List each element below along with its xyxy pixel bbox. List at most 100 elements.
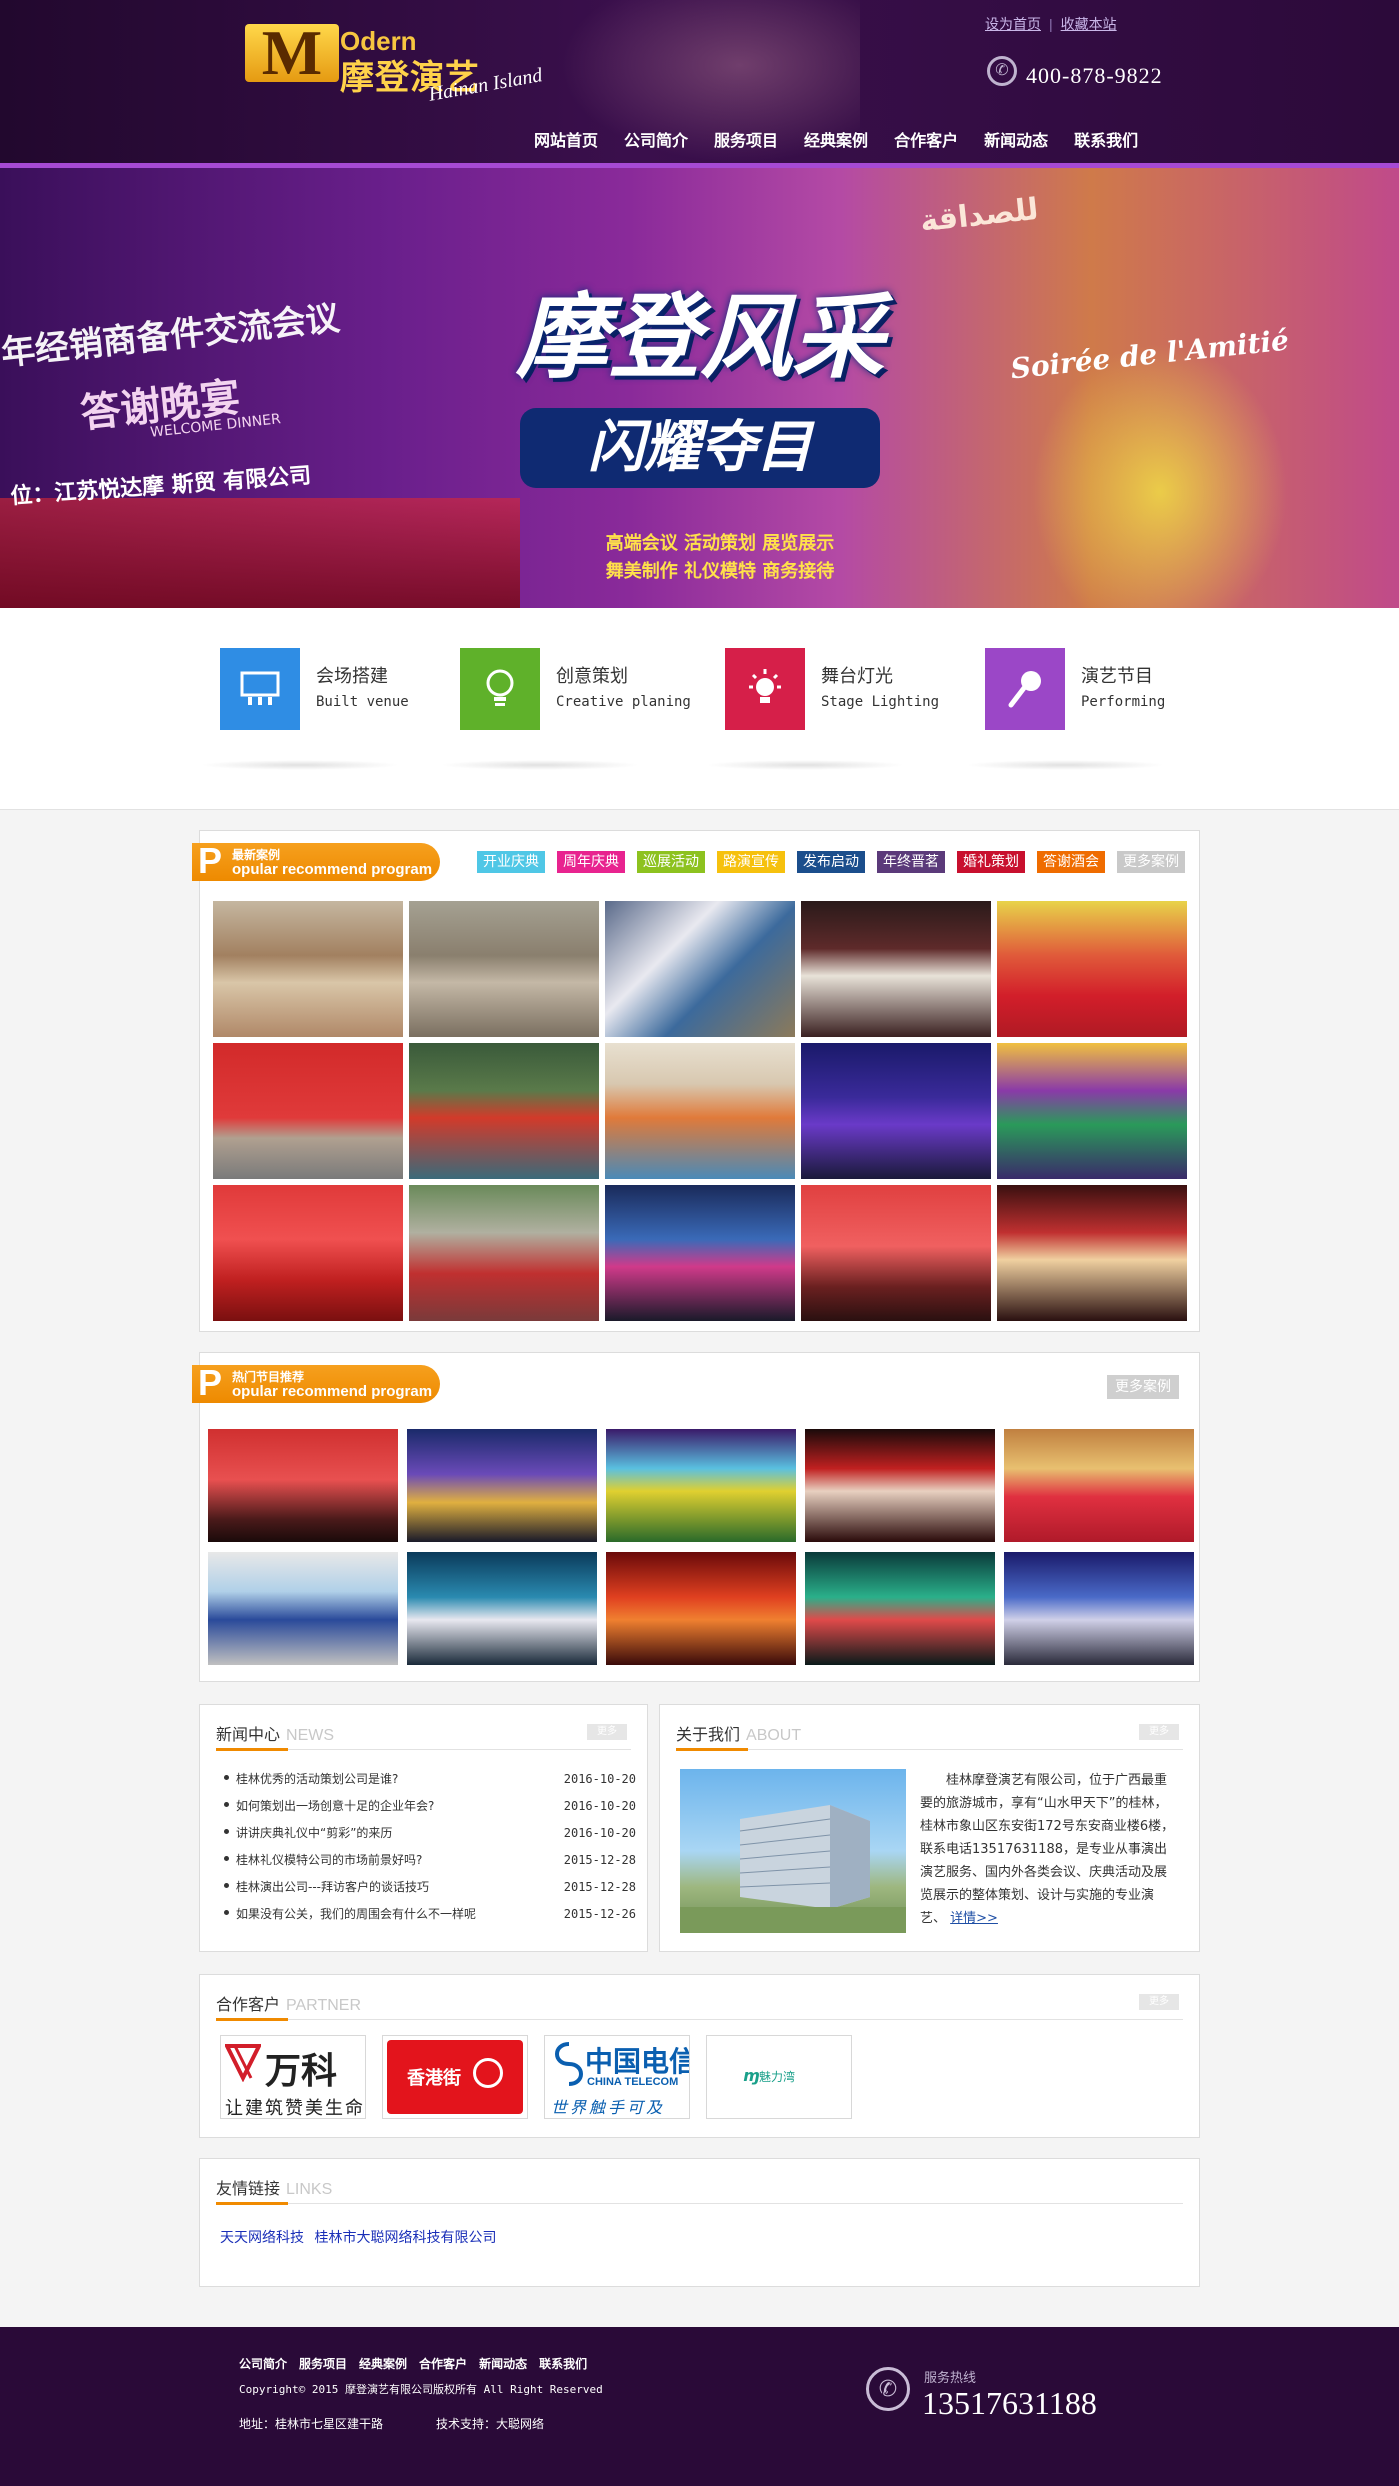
service-performing[interactable]: 演艺节目 Performing	[965, 648, 1205, 770]
case-thumbnail[interactable]	[997, 901, 1187, 1037]
news-title: 新闻中心 NEWS	[216, 1725, 335, 1744]
case-thumbnail[interactable]	[997, 1043, 1187, 1179]
china-telecom-mark-icon	[555, 2042, 583, 2086]
bookmark-link[interactable]: 收藏本站	[1061, 16, 1117, 32]
footer-link-about[interactable]: 公司简介	[239, 2355, 287, 2372]
list-item[interactable]: 桂林演出公司---拜访客户的谈话技巧 2015-12-28	[222, 1873, 636, 1900]
friend-links-list: 天天网络科技 桂林市大聪网络科技有限公司	[220, 2227, 496, 2247]
meiliwan-mark-icon: ɱ	[743, 2066, 760, 2085]
nav-cases[interactable]: 经典案例	[804, 127, 868, 151]
case-thumbnail[interactable]	[213, 1185, 403, 1321]
case-thumbnail[interactable]	[409, 1043, 599, 1179]
friend-link[interactable]: 桂林市大聪网络科技有限公司	[314, 2230, 496, 2246]
footer-tech-support: 技术支持：大聪网络	[436, 2417, 545, 2431]
footer-link-services[interactable]: 服务项目	[299, 2355, 347, 2372]
about-description: 桂林摩登演艺有限公司，位于广西最重要的旅游城市，享有“山水甲天下”的桂林，桂林市…	[920, 1773, 1175, 1926]
about-title: 关于我们 ABOUT	[676, 1725, 802, 1744]
program-thumbnail[interactable]	[407, 1552, 597, 1665]
services-strip: 会场搭建 Built venue 创意策划 Creative planing 舞…	[0, 608, 1399, 810]
program-thumbnail[interactable]	[1004, 1429, 1194, 1542]
service-lighting[interactable]: 舞台灯光 Stage Lighting	[705, 648, 945, 770]
footer-link-news[interactable]: 新闻动态	[479, 2355, 527, 2372]
news-more-button[interactable]: 更多	[587, 1724, 627, 1740]
case-thumbnail[interactable]	[213, 1043, 403, 1179]
about-panel: 关于我们 ABOUT 更多 桂林摩登演艺有限公司，位于广西最重要的旅游城市，享有“…	[659, 1704, 1200, 1952]
case-thumbnail[interactable]	[605, 1043, 795, 1179]
program-thumbnail[interactable]	[805, 1429, 995, 1542]
program-thumbnail[interactable]	[606, 1429, 796, 1542]
header-phone: 400-878-9822	[1026, 63, 1163, 88]
case-thumbnail[interactable]	[801, 1043, 991, 1179]
program-thumbnail[interactable]	[1004, 1552, 1194, 1665]
program-thumbnail[interactable]	[606, 1552, 796, 1665]
case-thumbnail[interactable]	[605, 901, 795, 1037]
tag-roadshow[interactable]: 路演宣传	[717, 851, 785, 873]
list-item[interactable]: 桂林礼仪模特公司的市场前景好吗? 2015-12-28	[222, 1846, 636, 1873]
service-venue[interactable]: 会场搭建 Built venue	[200, 648, 440, 770]
case-thumbnail[interactable]	[801, 901, 991, 1037]
banner-tags-line1: 高端会议 活动策划 展览展示	[605, 533, 835, 554]
program-thumbnail[interactable]	[208, 1429, 398, 1542]
program-thumbnail[interactable]	[805, 1552, 995, 1665]
about-detail-link[interactable]: 详情>>	[950, 1911, 998, 1926]
nav-about[interactable]: 公司简介	[624, 127, 688, 151]
nav-services[interactable]: 服务项目	[714, 127, 778, 151]
hotline-number: 13517631188	[922, 2385, 1097, 2421]
case-thumbnail[interactable]	[801, 1185, 991, 1321]
footer-link-cases[interactable]: 经典案例	[359, 2355, 407, 2372]
partners-panel: 合作客户 PARTNER 更多 万科 让建筑赞美生命 香港街 中国电信 CHINA…	[199, 1974, 1200, 2138]
xianggangjie-mark-icon	[473, 2058, 503, 2088]
case-thumbnail[interactable]	[213, 901, 403, 1037]
program-thumbnail[interactable]	[407, 1429, 597, 1542]
news-list: 桂林优秀的活动策划公司是谁? 2016-10-20 如何策划出一场创意十足的企业年…	[222, 1765, 636, 1927]
hotline-label: 服务热线	[924, 2371, 977, 2386]
banner-tags-line2: 舞美制作 礼仪模特 商务接待	[605, 561, 835, 582]
latest-cases-panel: P 最新案例 opular recommend program 开业庆典 周年庆…	[192, 830, 1200, 1332]
tag-wedding[interactable]: 婚礼策划	[957, 851, 1025, 873]
footer-copyright: Copyright© 2015 摩登演艺有限公司版权所有 All Right R…	[239, 2383, 603, 2396]
program-thumbnail[interactable]	[208, 1552, 398, 1665]
links-title: 友情链接 LINKS	[216, 2179, 333, 2198]
list-item[interactable]: 如何策划出一场创意十足的企业年会? 2016-10-20	[222, 1792, 636, 1819]
tag-opening[interactable]: 开业庆典	[477, 851, 545, 873]
hot-more-button[interactable]: 更多案例	[1107, 1375, 1179, 1399]
case-thumbnail[interactable]	[605, 1185, 795, 1321]
about-more-button[interactable]: 更多	[1139, 1724, 1179, 1740]
banner-subheadline: 闪耀夺目	[520, 408, 880, 488]
service-planning[interactable]: 创意策划 Creative planing	[440, 648, 691, 770]
partner-logo-vanke[interactable]: 万科 让建筑赞美生命	[220, 2035, 366, 2119]
company-building-photo	[680, 1769, 906, 1933]
footer-link-contact[interactable]: 联系我们	[539, 2355, 587, 2372]
case-thumbnail[interactable]	[409, 1185, 599, 1321]
list-item[interactable]: 桂林优秀的活动策划公司是谁? 2016-10-20	[222, 1765, 636, 1792]
partner-logo-xianggangjie[interactable]: 香港街	[382, 2035, 528, 2119]
partner-logo-china-telecom[interactable]: 中国电信 CHINA TELECOM 世界触手可及	[544, 2035, 690, 2119]
tag-launch[interactable]: 发布启动	[797, 851, 865, 873]
service-title: 演艺节目	[1081, 666, 1153, 687]
footer-link-clients[interactable]: 合作客户	[419, 2355, 467, 2372]
tag-tour[interactable]: 巡展活动	[637, 851, 705, 873]
service-subtitle: Built venue	[316, 694, 409, 710]
partner-logo-meiliwan[interactable]: ɱ 魅力湾	[706, 2035, 852, 2119]
hot-programs-panel: P 热门节目推荐 opular recommend program 更多案例	[192, 1352, 1200, 1682]
tag-more-cases[interactable]: 更多案例	[1117, 851, 1185, 873]
friend-link[interactable]: 天天网络科技	[220, 2230, 304, 2246]
set-homepage-link[interactable]: 设为首页	[985, 16, 1041, 32]
nav-clients[interactable]: 合作客户	[894, 127, 958, 151]
news-panel: 新闻中心 NEWS 更多 桂林优秀的活动策划公司是谁? 2016-10-20 如何策…	[199, 1704, 648, 1952]
nav-home[interactable]: 网站首页	[534, 127, 598, 151]
nav-news[interactable]: 新闻动态	[984, 127, 1048, 151]
case-thumbnail[interactable]	[409, 901, 599, 1037]
hero-banner[interactable]: 年经销商备件交流会议 答谢晚宴 WELCOME DINNER 位：江苏悦达摩 斯…	[0, 168, 1399, 608]
list-item[interactable]: 讲讲庆典礼仪中“剪彩”的来历 2016-10-20	[222, 1819, 636, 1846]
tag-reception[interactable]: 答谢酒会	[1037, 851, 1105, 873]
nav-contact[interactable]: 联系我们	[1074, 127, 1138, 151]
case-thumbnail[interactable]	[997, 1185, 1187, 1321]
venue-icon	[220, 648, 300, 730]
bulb-icon	[460, 648, 540, 730]
logo-mark[interactable]: M	[245, 21, 339, 85]
list-item[interactable]: 如果没有公关，我们的周围会有什么不一样呢 2015-12-26	[222, 1900, 636, 1927]
tag-anniversary[interactable]: 周年庆典	[557, 851, 625, 873]
partners-more-button[interactable]: 更多	[1139, 1994, 1179, 2010]
tag-annual[interactable]: 年终晋茗	[877, 851, 945, 873]
